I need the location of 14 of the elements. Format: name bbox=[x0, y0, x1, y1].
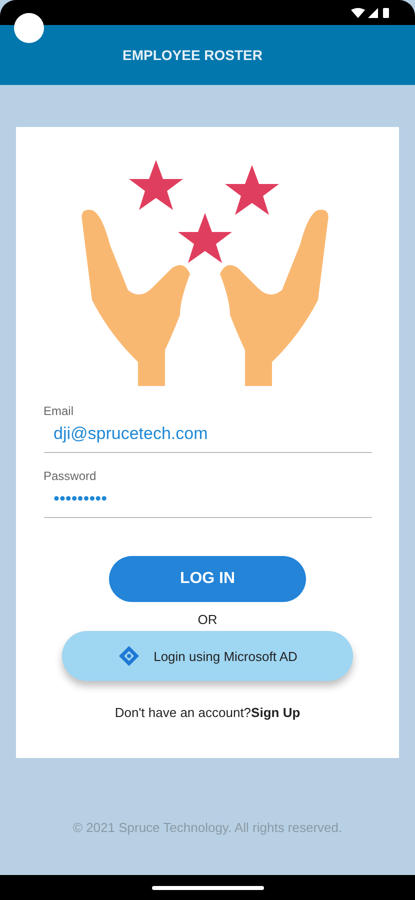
input-field[interactable]: dji@sprucetech.com bbox=[44, 418, 372, 448]
field-label: Password bbox=[44, 469, 98, 483]
app-title: EMPLOYEE ROSTER bbox=[122, 47, 263, 63]
field-label: Email bbox=[44, 404, 75, 418]
signup-link[interactable]: Sign Up bbox=[251, 705, 300, 720]
diamond-icon bbox=[118, 645, 140, 667]
home-handle[interactable] bbox=[152, 886, 264, 890]
microsoft-ad-login-button[interactable]: Login using Microsoft AD bbox=[62, 631, 353, 681]
camera-cutout bbox=[14, 13, 44, 43]
copyright-text: © 2021 Spruce Technology. All rights reserved. bbox=[72, 820, 342, 835]
separator-text: OR bbox=[198, 612, 218, 627]
login-button[interactable]: LOG IN bbox=[109, 556, 306, 602]
input-field[interactable]: ••••••••• bbox=[44, 483, 372, 513]
signup-prompt: Don't have an account?Sign Up bbox=[114, 705, 300, 720]
